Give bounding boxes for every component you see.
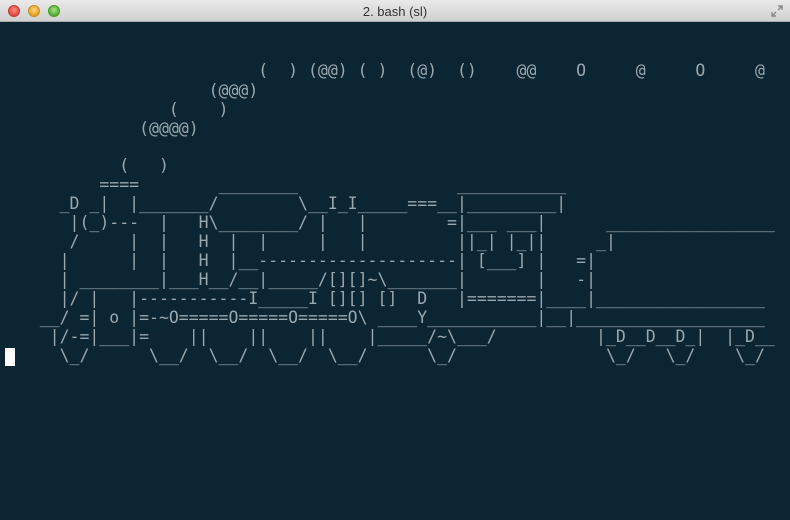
smoke-line-4: (@@@@) bbox=[0, 119, 199, 138]
terminal-window: 2. bash (sl) ( ) (@@) ( ) (@) () @@ O @ … bbox=[0, 0, 790, 520]
text-cursor bbox=[5, 348, 15, 366]
smoke-line-3: ( ) bbox=[0, 100, 229, 119]
train-line-6: | | | H |__--------------------| [___] |… bbox=[0, 251, 597, 270]
train-line-5: / | | H | | | | ||_| |_|| _| bbox=[0, 232, 616, 251]
train-line-7: | ________|___H__/__|_____/[][]~\_______… bbox=[0, 270, 597, 289]
fullscreen-icon[interactable] bbox=[770, 4, 784, 18]
smoke-line-2: (@@@) bbox=[0, 81, 259, 100]
terminal-output[interactable]: ( ) (@@) ( ) (@) () @@ O @ O @ (@@@) ( )… bbox=[0, 22, 790, 520]
train-line-3: _D _| |_______/ \__I_I_____===__|_______… bbox=[0, 194, 567, 213]
train-line-2: ==== ________ ___________ bbox=[0, 175, 567, 194]
train-line-11: \_/ \__/ \__/ \__/ \__/ \_/ \_/ \_/ \_/ bbox=[0, 346, 765, 365]
train-line-4: |(_)--- | H\________/ | | =|___ ___| ___… bbox=[0, 213, 775, 232]
train-line-8: |/ | |-----------I_____I [][] [] D |====… bbox=[0, 289, 765, 308]
smoke-line-1: ( ) (@@) ( ) (@) () @@ O @ O @ bbox=[0, 61, 765, 80]
title-bar[interactable]: 2. bash (sl) bbox=[0, 0, 790, 22]
train-line-9: __/ =| o |=-~O=====O=====O=====O\ ____Y_… bbox=[0, 308, 765, 327]
train-line-1: ( ) bbox=[0, 156, 169, 175]
window-title: 2. bash (sl) bbox=[362, 4, 428, 19]
train-line-10: |/-=|___|= || || || |_____/~\___/ |_D__D… bbox=[0, 327, 775, 346]
